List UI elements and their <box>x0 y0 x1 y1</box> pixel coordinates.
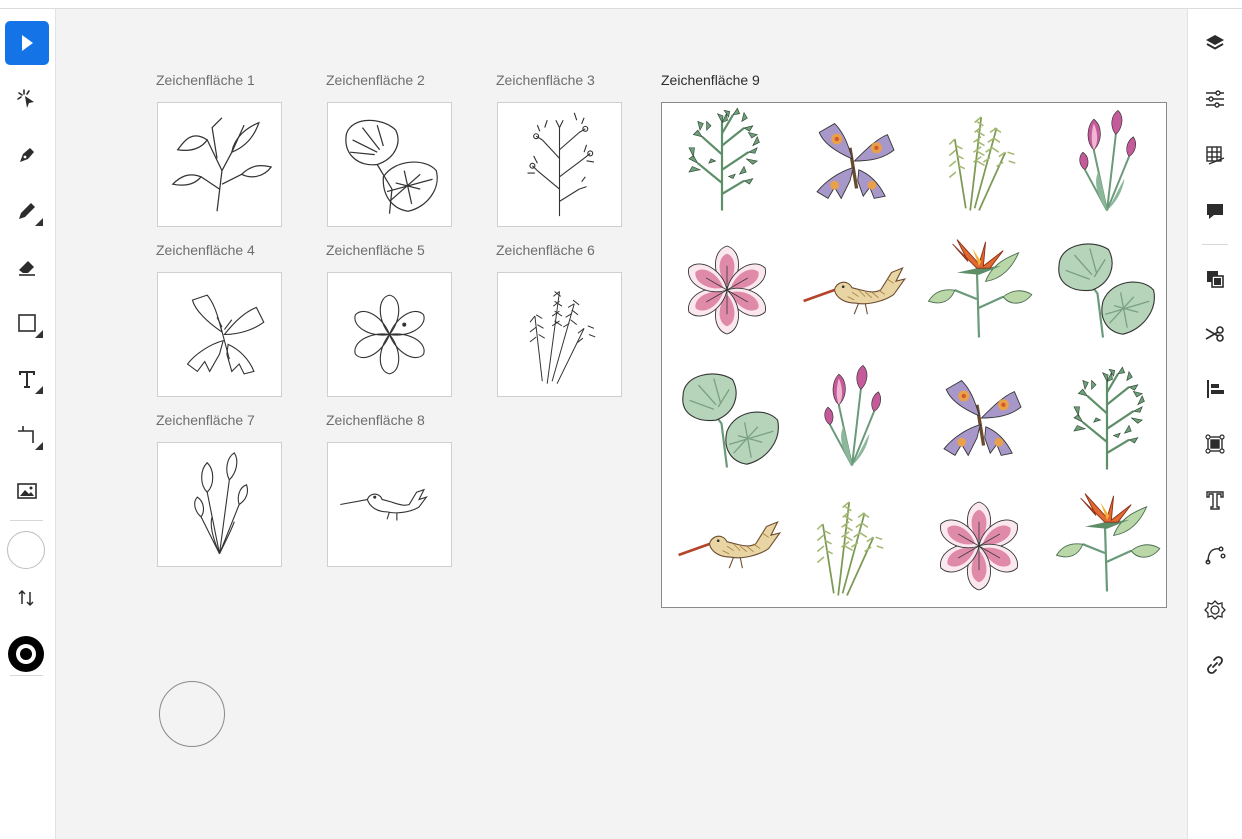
stroke-color-swatch[interactable] <box>8 636 44 672</box>
monstera-illustration[interactable] <box>672 363 782 473</box>
transform-icon[interactable] <box>1203 432 1227 456</box>
artboard-2[interactable] <box>327 102 452 227</box>
artboard-9[interactable] <box>661 102 1167 608</box>
tool-submenu-indicator <box>35 386 43 394</box>
eraser-tool[interactable] <box>5 245 49 289</box>
artboard-label-9[interactable]: Zeichenfläche 9 <box>661 72 760 88</box>
artboard-6[interactable] <box>497 272 622 397</box>
tool-panel <box>0 9 56 839</box>
pen-tool[interactable] <box>5 133 49 177</box>
direct-selection-tool[interactable] <box>5 77 49 121</box>
artboard-label-8[interactable]: Zeichenfläche 8 <box>326 412 425 428</box>
artboard-label-4[interactable]: Zeichenfläche 4 <box>156 242 255 258</box>
butterfly-drawing <box>186 294 265 375</box>
pen-icon <box>20 148 34 162</box>
flower-stem-drawing <box>172 117 272 212</box>
flower-drawing <box>350 294 429 375</box>
fill-color-swatch[interactable] <box>7 531 45 569</box>
tool-submenu-indicator <box>35 330 43 338</box>
butterfly-illustration[interactable] <box>922 363 1032 473</box>
link-icon[interactable] <box>1203 653 1227 677</box>
artboard-8[interactable] <box>327 442 452 567</box>
cut-icon[interactable] <box>1203 322 1227 346</box>
bird-illustration[interactable] <box>672 489 782 599</box>
tulips-illustration[interactable] <box>797 361 907 471</box>
comments-icon[interactable] <box>1203 199 1227 223</box>
type-tool[interactable] <box>5 357 49 401</box>
artboard-4[interactable] <box>157 272 282 397</box>
rosemary-drawing <box>529 290 596 385</box>
rosemary-illustration[interactable] <box>924 106 1034 216</box>
swap-colors-icon[interactable] <box>16 588 36 608</box>
tulips-illustration[interactable] <box>1052 106 1162 216</box>
artboard-label-3[interactable]: Zeichenfläche 3 <box>496 72 595 88</box>
bird-illustration[interactable] <box>797 235 907 345</box>
artboard-tool[interactable] <box>5 413 49 457</box>
top-divider <box>0 0 1242 9</box>
artboard-3[interactable] <box>497 102 622 227</box>
magic-selection-icon <box>17 89 34 108</box>
rectangle-tool[interactable] <box>5 301 49 345</box>
align-icon[interactable] <box>1203 377 1227 401</box>
symbols-icon[interactable] <box>1203 598 1227 622</box>
strelitzia-illustration[interactable] <box>1052 487 1162 597</box>
panel-bar <box>1187 9 1242 839</box>
artboard-7[interactable] <box>157 442 282 567</box>
monstera-drawing <box>345 119 438 215</box>
layers-icon[interactable] <box>1203 31 1227 55</box>
toolbar-divider <box>10 675 43 676</box>
artboard-label-6[interactable]: Zeichenfläche 6 <box>496 242 595 258</box>
place-image-tool[interactable] <box>5 469 49 513</box>
artboard-label-7[interactable]: Zeichenfläche 7 <box>156 412 255 428</box>
artboard-label-1[interactable]: Zeichenfläche 1 <box>156 72 255 88</box>
strelitzia-illustration[interactable] <box>924 233 1034 343</box>
herb-illustration[interactable] <box>667 106 777 216</box>
libraries-icon[interactable] <box>1203 143 1227 167</box>
flower-illustration[interactable] <box>924 491 1034 601</box>
herb-drawing <box>526 112 595 217</box>
artboard-label-2[interactable]: Zeichenfläche 2 <box>326 72 425 88</box>
arrange-icon[interactable] <box>1203 267 1227 291</box>
image-icon <box>17 483 37 499</box>
selection-tool[interactable] <box>5 21 49 65</box>
toolbar-divider <box>10 520 43 521</box>
artboard-5[interactable] <box>327 272 452 397</box>
tool-submenu-indicator <box>35 218 43 226</box>
properties-icon[interactable] <box>1203 87 1227 111</box>
butterfly-illustration[interactable] <box>795 106 905 216</box>
flower-illustration[interactable] <box>672 235 782 345</box>
eraser-icon <box>19 261 35 276</box>
tulips-drawing <box>194 452 249 555</box>
arrow-icon <box>22 35 33 51</box>
rosemary-illustration[interactable] <box>792 491 902 601</box>
monstera-illustration[interactable] <box>1048 233 1158 343</box>
panel-divider <box>1202 244 1228 245</box>
artboard-label-5[interactable]: Zeichenfläche 5 <box>326 242 425 258</box>
herb-illustration[interactable] <box>1052 365 1162 475</box>
pencil-tool[interactable] <box>5 189 49 233</box>
artboard-1[interactable] <box>157 102 282 227</box>
bird-drawing <box>339 489 427 522</box>
cursor-brush-circle <box>159 681 225 747</box>
path-icon[interactable] <box>1203 543 1227 567</box>
type-panel-icon[interactable] <box>1203 488 1227 512</box>
tool-submenu-indicator <box>35 442 43 450</box>
